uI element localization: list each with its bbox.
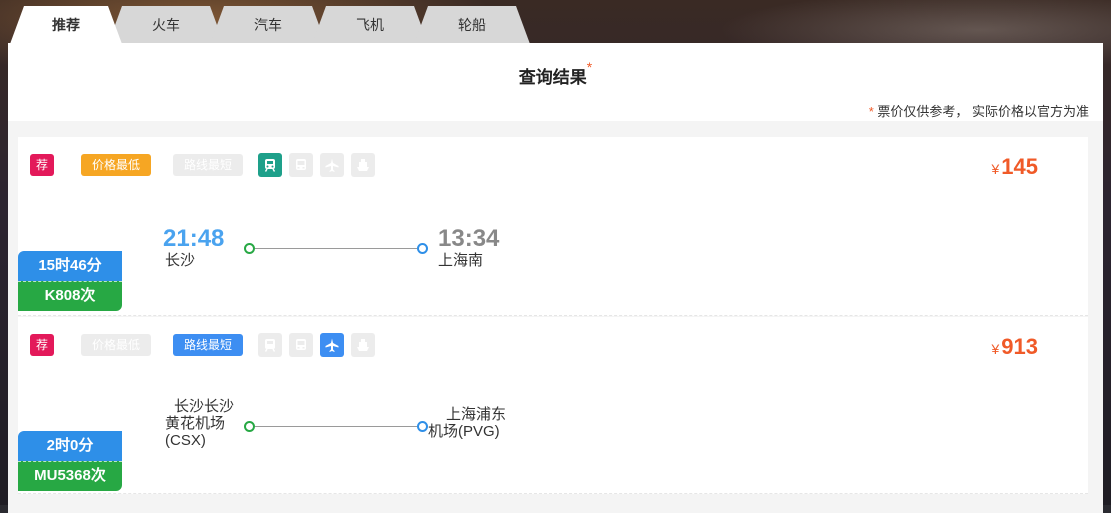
price: ¥913	[991, 334, 1038, 360]
route-start-dot	[244, 243, 255, 254]
note-text: 票价仅供参考， 实际价格以官方为准	[877, 104, 1089, 119]
train-icon[interactable]	[258, 153, 282, 177]
results-list: 荐 价格最低 路线最短 ¥145 21:48 长沙 13:34 上海南 15时4…	[8, 121, 1103, 513]
ship-icon[interactable]	[351, 153, 375, 177]
badge-divider	[18, 461, 122, 463]
tab-label: 汽车	[254, 17, 282, 33]
cheapest-tag[interactable]: 价格最低	[81, 334, 151, 356]
cheapest-tag[interactable]: 价格最低	[81, 154, 151, 176]
tab-train[interactable]: 火车	[108, 6, 224, 44]
train-icon[interactable]	[258, 333, 282, 357]
tab-plane[interactable]: 飞机	[312, 6, 428, 44]
arrive-station-line: 机场(PVG)	[428, 423, 500, 440]
duration-badge: 2时0分	[18, 431, 122, 461]
title-text: 查询结果	[518, 68, 587, 87]
train-number-badge: K808次	[18, 281, 122, 311]
currency-symbol: ¥	[991, 161, 1000, 177]
recommend-badge: 荐	[30, 154, 54, 176]
duration-badge: 15时46分	[18, 251, 122, 281]
ship-icon[interactable]	[351, 333, 375, 357]
route-end-dot	[417, 243, 428, 254]
tab-label: 飞机	[356, 17, 384, 33]
title-asterisk: *	[586, 59, 593, 75]
currency-symbol: ¥	[991, 341, 1000, 357]
bus-icon[interactable]	[289, 333, 313, 357]
recommend-badge: 荐	[30, 334, 54, 356]
tab-recommend[interactable]: 推荐	[10, 6, 122, 44]
depart-station-line: (CSX)	[165, 432, 206, 449]
result-card[interactable]: 荐 价格最低 路线最短 ¥913 长沙长沙 黄花机场 (CSX) 上海浦东 机场…	[18, 317, 1088, 494]
tab-label: 推荐	[52, 17, 80, 33]
depart-station-line: 长沙长沙	[174, 398, 235, 415]
arrive-time: 13:34	[438, 225, 500, 252]
arrive-station-line: 上海浦东	[446, 406, 507, 423]
depart-station-line: 黄花机场	[165, 415, 226, 432]
flight-number-badge: MU5368次	[18, 461, 122, 491]
route-start-dot	[244, 421, 255, 432]
route-line	[255, 248, 417, 249]
tab-label: 火车	[152, 17, 180, 33]
results-panel: 查询结果* * 票价仅供参考， 实际价格以官方为准 荐 价格最低 路线最短 ¥1…	[8, 43, 1103, 513]
badge-divider	[18, 281, 122, 283]
price: ¥145	[991, 154, 1038, 180]
depart-time: 21:48	[163, 225, 225, 252]
plane-icon[interactable]	[320, 333, 344, 357]
shortest-tag[interactable]: 路线最短	[173, 334, 243, 356]
route-line	[255, 426, 417, 427]
page-title: 查询结果*	[8, 59, 1103, 88]
note-asterisk: *	[868, 104, 874, 119]
tab-ship[interactable]: 轮船	[414, 6, 530, 44]
tab-label: 轮船	[458, 17, 486, 33]
plane-icon[interactable]	[320, 153, 344, 177]
price-disclaimer: * 票价仅供参考， 实际价格以官方为准	[869, 101, 1089, 120]
shortest-tag[interactable]: 路线最短	[173, 154, 243, 176]
arrive-station: 上海南	[438, 252, 484, 269]
tab-bus[interactable]: 汽车	[210, 6, 326, 44]
price-value: 145	[1001, 154, 1038, 179]
bus-icon[interactable]	[289, 153, 313, 177]
route-end-dot	[417, 421, 428, 432]
price-value: 913	[1001, 334, 1038, 359]
result-card[interactable]: 荐 价格最低 路线最短 ¥145 21:48 长沙 13:34 上海南 15时4…	[18, 137, 1088, 316]
depart-station: 长沙	[165, 252, 196, 269]
